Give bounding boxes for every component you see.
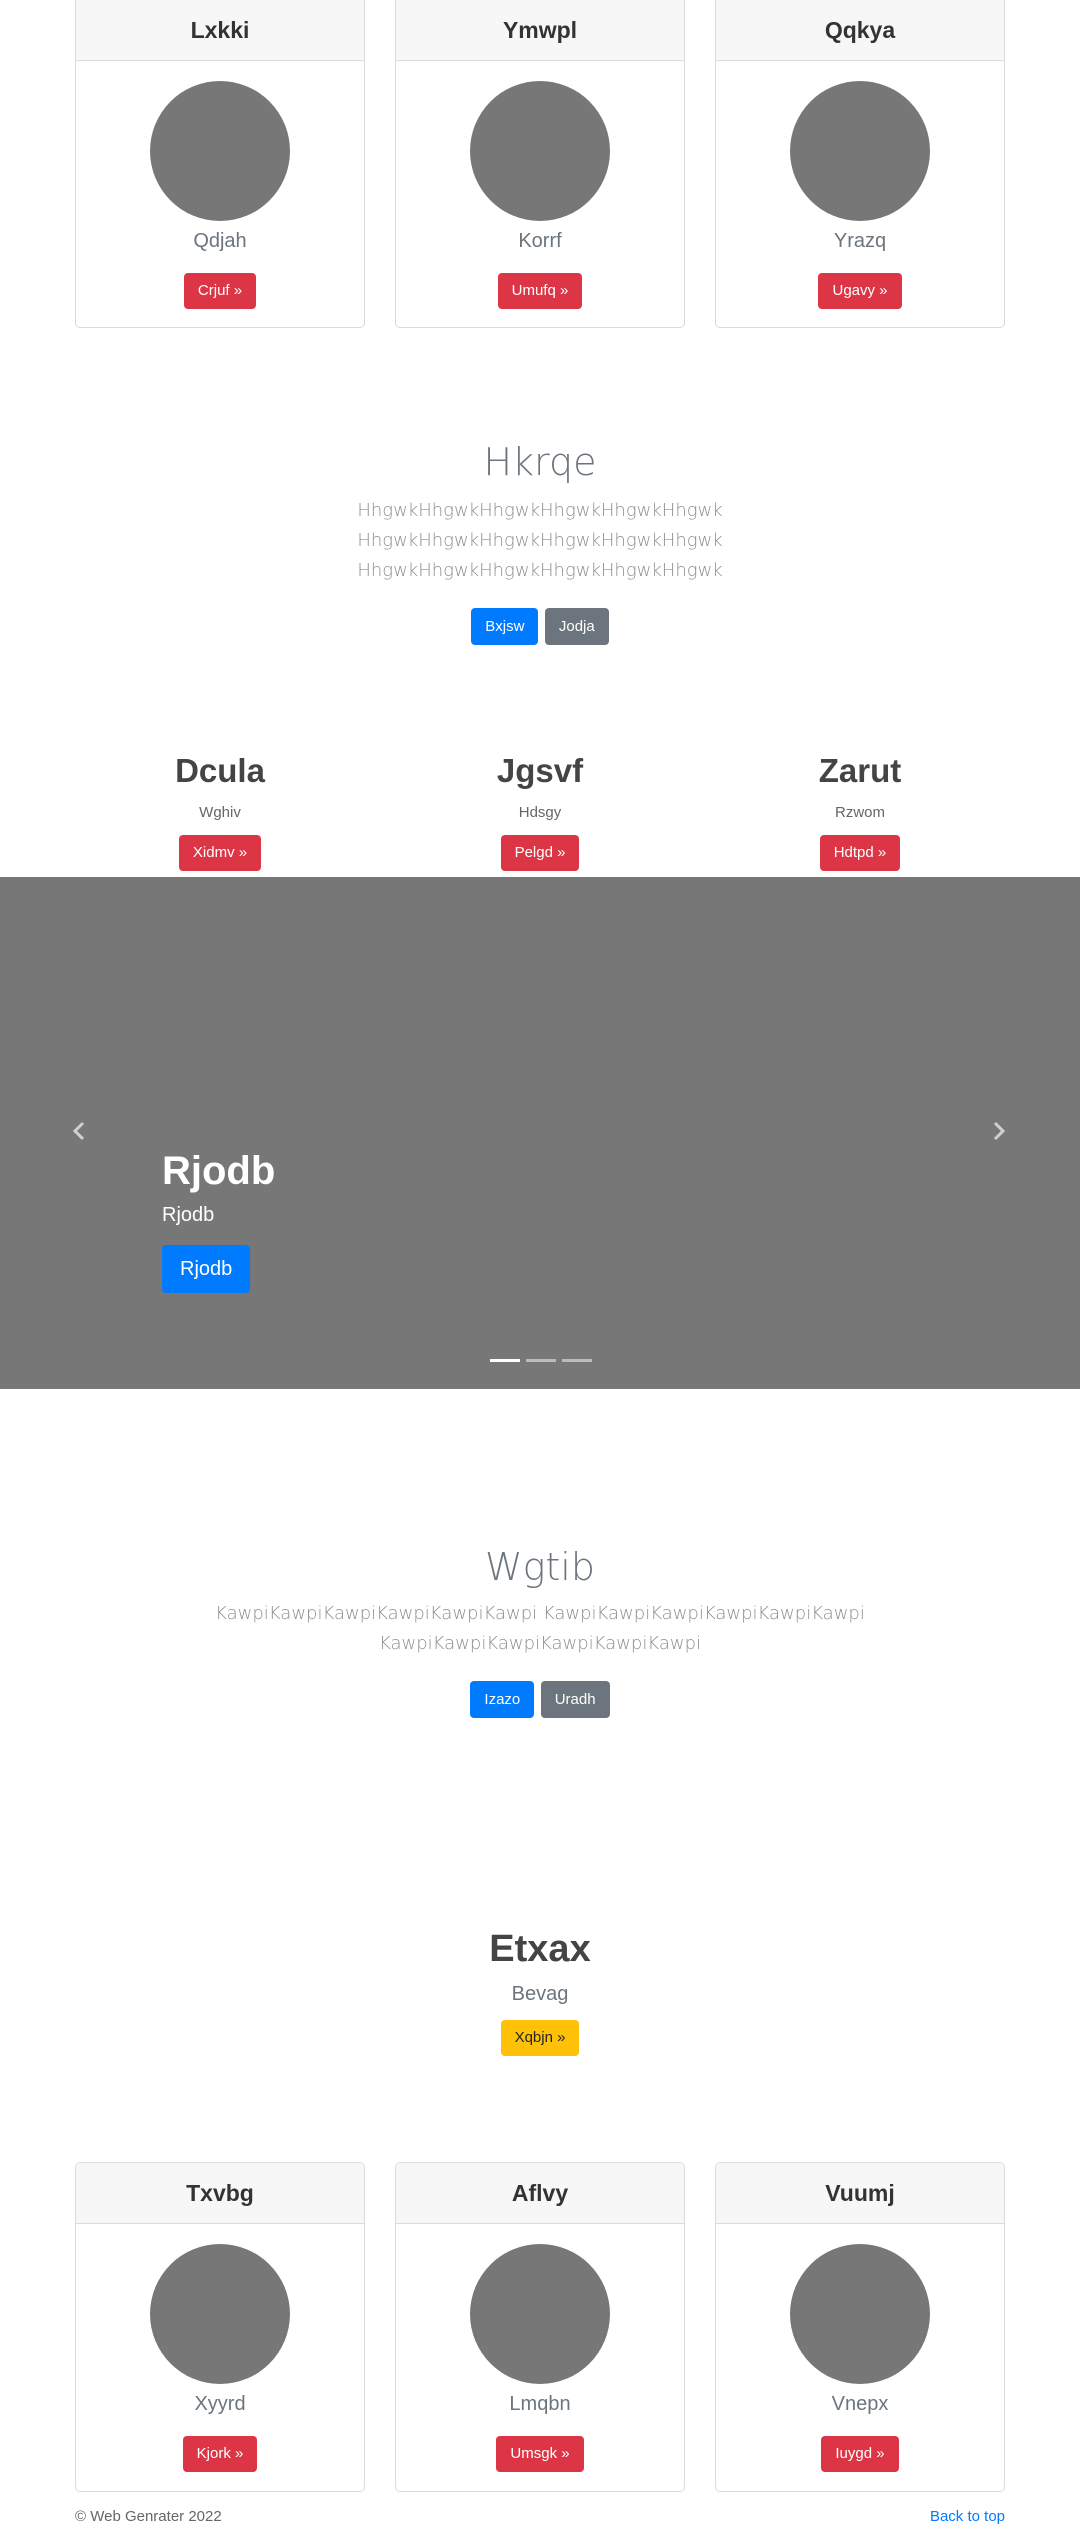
hero-primary-button[interactable]: Bxjsw: [471, 608, 539, 645]
column-button[interactable]: Pelgd »: [500, 835, 580, 871]
card-button[interactable]: Kjork »: [182, 2436, 258, 2472]
hero-text-line: KawpiKawpiKawpiKawpiKawpiKawpi KawpiKawp…: [215, 1603, 865, 1624]
carousel-subtext: Rjodb: [162, 1204, 215, 1226]
feature-block: Etxax Bevag Xqbjn »: [0, 1928, 1080, 2056]
card-text: Yrazq: [833, 230, 887, 252]
column-text: Hdsgy: [518, 804, 562, 821]
hero-text-line: HhgwkHhgwkHhgwkHhgwkHhgwkHhgwk: [357, 560, 723, 581]
profile-card: Txvbg Xyyrd Kjork »: [75, 2162, 365, 2492]
card-button[interactable]: Crjuf »: [183, 273, 257, 309]
hero-secondary-button[interactable]: Jodja: [544, 608, 609, 645]
column-button[interactable]: Hdtpd »: [819, 835, 901, 871]
card-title: Aflvy: [396, 2163, 684, 2224]
avatar-placeholder: [790, 81, 930, 221]
bottom-card-row: Txvbg Xyyrd Kjork » Aflvy Lmqbn Umsgk » …: [75, 2162, 1005, 2492]
card-text: Korrf: [518, 230, 562, 252]
hero-button-group: Izazo Uradh: [0, 1681, 1080, 1718]
carousel-indicators: [490, 1359, 592, 1362]
feature-column: Zarut Rzwom Hdtpd »: [715, 752, 1005, 871]
column-title: Jgsvf: [496, 752, 584, 789]
hero-text-line: HhgwkHhgwkHhgwkHhgwkHhgwkHhgwk: [357, 500, 723, 521]
column-title: Zarut: [818, 752, 902, 789]
hero-heading: Hkrqe: [483, 440, 597, 484]
profile-card: Qqkya Yrazq Ugavy »: [715, 0, 1005, 328]
profile-card: Aflvy Lmqbn Umsgk »: [395, 2162, 685, 2492]
card-button[interactable]: Iuygd »: [821, 2436, 899, 2472]
feature-button[interactable]: Xqbjn »: [500, 2020, 580, 2056]
card-text: Vnepx: [831, 2393, 889, 2415]
carousel-indicator[interactable]: [562, 1359, 592, 1362]
feature-subtext: Bevag: [511, 1983, 569, 2005]
avatar-placeholder: [470, 81, 610, 221]
hero-secondary-button[interactable]: Uradh: [540, 1681, 610, 1718]
carousel-heading: Rjodb: [162, 1149, 276, 1193]
carousel-button[interactable]: Rjodb: [162, 1245, 251, 1293]
avatar-placeholder: [150, 81, 290, 221]
profile-card: Vuumj Vnepx Iuygd »: [715, 2162, 1005, 2492]
card-title: Txvbg: [76, 2163, 364, 2224]
hero-section-2: Wgtib KawpiKawpiKawpiKawpiKawpiKawpi Kaw…: [0, 1545, 1080, 1718]
profile-card: Ymwpl Korrf Umufq »: [395, 0, 685, 328]
column-text: Rzwom: [834, 804, 885, 821]
card-text: Xyyrd: [194, 2393, 246, 2415]
copyright-text: © Web Genrater 2022: [75, 2508, 222, 2525]
card-button[interactable]: Ugavy »: [818, 273, 902, 309]
feature-column: Jgsvf Hdsgy Pelgd »: [395, 752, 685, 871]
avatar-placeholder: [790, 2244, 930, 2384]
feature-heading: Etxax: [489, 1928, 591, 1970]
hero-primary-button[interactable]: Izazo: [470, 1681, 535, 1718]
card-title: Lxkki: [76, 0, 364, 61]
carousel-indicator[interactable]: [490, 1359, 520, 1362]
hero-button-group: Bxjsw Jodja: [0, 608, 1080, 645]
card-text: Lmqbn: [509, 2393, 571, 2415]
carousel-caption: Rjodb Rjodb Rjodb: [162, 1149, 275, 1293]
chevron-left-icon[interactable]: [68, 1119, 92, 1143]
avatar-placeholder: [470, 2244, 610, 2384]
column-text: Wghiv: [199, 804, 241, 821]
column-title: Dcula: [175, 752, 265, 789]
top-card-row: Lxkki Qdjah Crjuf » Ymwpl Korrf Umufq » …: [75, 0, 1005, 328]
avatar-placeholder: [150, 2244, 290, 2384]
feature-columns: Dcula Wghiv Xidmv » Jgsvf Hdsgy Pelgd » …: [75, 752, 1005, 871]
card-button[interactable]: Umsgk »: [496, 2436, 584, 2472]
hero-text-line: KawpiKawpiKawpiKawpiKawpiKawpi: [379, 1633, 701, 1654]
chevron-right-icon[interactable]: [986, 1119, 1010, 1143]
profile-card: Lxkki Qdjah Crjuf »: [75, 0, 365, 328]
column-button[interactable]: Xidmv »: [178, 835, 262, 871]
card-title: Qqkya: [716, 0, 1004, 61]
hero-text-line: HhgwkHhgwkHhgwkHhgwkHhgwkHhgwk: [357, 530, 723, 551]
card-title: Ymwpl: [396, 0, 684, 61]
card-title: Vuumj: [716, 2163, 1004, 2224]
feature-column: Dcula Wghiv Xidmv »: [75, 752, 365, 871]
hero-heading: Wgtib: [485, 1545, 595, 1589]
carousel: Rjodb Rjodb Rjodb: [0, 877, 1080, 1389]
footer: © Web Genrater 2022 Back to top: [75, 2508, 1005, 2525]
back-to-top-link[interactable]: Back to top: [930, 2508, 1005, 2525]
card-button[interactable]: Umufq »: [497, 273, 583, 309]
card-text: Qdjah: [193, 230, 247, 252]
hero-section-1: Hkrqe HhgwkHhgwkHhgwkHhgwkHhgwkHhgwk Hhg…: [0, 440, 1080, 645]
carousel-indicator[interactable]: [526, 1359, 556, 1362]
